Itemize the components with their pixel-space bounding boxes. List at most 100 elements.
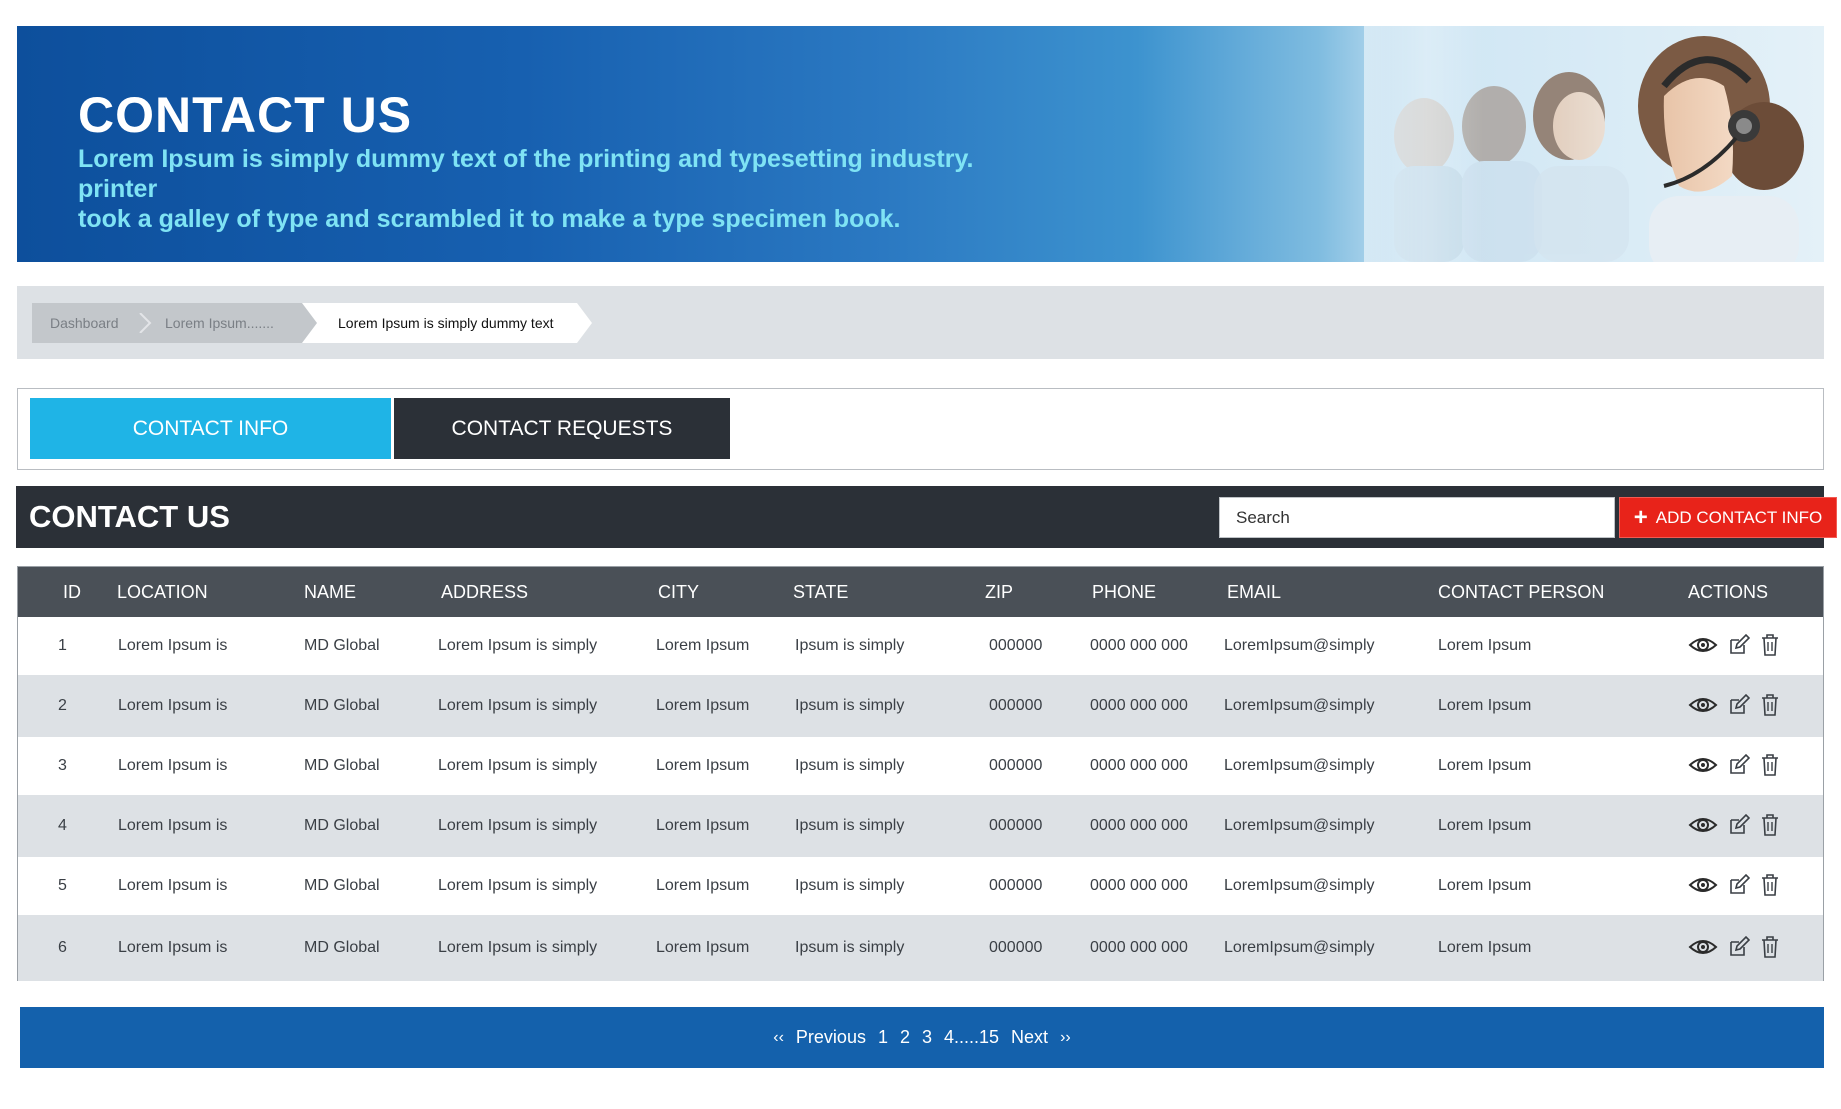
cell-phone: 0000 000 000 bbox=[1090, 817, 1188, 834]
cell-name: MD Global bbox=[304, 697, 380, 714]
cell-zip: 000000 bbox=[989, 697, 1043, 714]
cell-email: LoremIpsum@simply bbox=[1224, 757, 1375, 774]
pagination: ‹‹ Previous 1 2 3 4.....15 Next ›› bbox=[20, 1007, 1824, 1068]
pagination-next[interactable]: Next bbox=[1011, 1027, 1048, 1048]
eye-icon[interactable] bbox=[1688, 875, 1718, 895]
cell-zip: 000000 bbox=[989, 757, 1043, 774]
breadcrumb-item-current: Lorem Ipsum is simply dummy text bbox=[302, 303, 592, 343]
pagination-next-arrow[interactable]: ›› bbox=[1060, 1029, 1071, 1047]
table-row: 3 Lorem Ipsum is MD Global Lorem Ipsum is s… bbox=[18, 737, 1823, 795]
cell-id: 6 bbox=[58, 939, 67, 956]
tab-contact-info[interactable]: CONTACT INFO bbox=[30, 398, 391, 459]
edit-icon[interactable] bbox=[1728, 814, 1750, 836]
breadcrumb: Dashboard Lorem Ipsum....... Lorem Ipsum… bbox=[32, 303, 592, 343]
eye-icon[interactable] bbox=[1688, 937, 1718, 957]
cell-email: LoremIpsum@simply bbox=[1224, 637, 1375, 654]
row-actions bbox=[1688, 936, 1780, 958]
trash-icon[interactable] bbox=[1760, 754, 1780, 776]
cell-state: Ipsum is simply bbox=[795, 757, 905, 774]
trash-icon[interactable] bbox=[1760, 694, 1780, 716]
row-actions bbox=[1688, 694, 1780, 716]
pagination-prev-arrow[interactable]: ‹‹ bbox=[773, 1029, 784, 1047]
edit-icon[interactable] bbox=[1728, 874, 1750, 896]
hero-title: CONTACT US bbox=[78, 87, 413, 143]
cell-state: Ipsum is simply bbox=[795, 939, 905, 956]
cell-name: MD Global bbox=[304, 757, 380, 774]
cell-email: LoremIpsum@simply bbox=[1224, 939, 1375, 956]
cell-zip: 000000 bbox=[989, 637, 1043, 654]
cell-zip: 000000 bbox=[989, 939, 1043, 956]
cell-address: Lorem Ipsum is simply bbox=[438, 939, 598, 956]
pagination-page-1[interactable]: 1 bbox=[878, 1027, 888, 1048]
table-row: 6 Lorem Ipsum is MD Global Lorem Ipsum is s… bbox=[18, 915, 1823, 981]
hero-subtitle: Lorem Ipsum is simply dummy text of the … bbox=[78, 144, 1058, 234]
cell-email: LoremIpsum@simply bbox=[1224, 697, 1375, 714]
pagination-page-range[interactable]: 4.....15 bbox=[944, 1027, 999, 1048]
cell-id: 5 bbox=[58, 877, 67, 894]
cell-name: MD Global bbox=[304, 637, 380, 654]
eye-icon[interactable] bbox=[1688, 755, 1718, 775]
call-center-agents-image bbox=[1364, 26, 1804, 262]
pagination-page-2[interactable]: 2 bbox=[900, 1027, 910, 1048]
cell-name: MD Global bbox=[304, 817, 380, 834]
eye-icon[interactable] bbox=[1688, 815, 1718, 835]
hero-subtitle-line-2: took a galley of type and scrambled it t… bbox=[78, 205, 901, 233]
cell-state: Ipsum is simply bbox=[795, 697, 905, 714]
trash-icon[interactable] bbox=[1760, 936, 1780, 958]
section-title: CONTACT US bbox=[29, 499, 230, 534]
cell-zip: 000000 bbox=[989, 877, 1043, 894]
column-header-location: LOCATION bbox=[117, 582, 208, 602]
edit-icon[interactable] bbox=[1728, 694, 1750, 716]
table-row: 2 Lorem Ipsum is MD Global Lorem Ipsum is s… bbox=[18, 675, 1823, 737]
column-header-city: CITY bbox=[658, 582, 700, 602]
cell-phone: 0000 000 000 bbox=[1090, 877, 1188, 894]
section-header: CONTACT US + ADD CONTACT INFO bbox=[16, 486, 1837, 548]
column-header-address: ADDRESS bbox=[441, 582, 529, 602]
add-contact-info-button[interactable]: + ADD CONTACT INFO bbox=[1619, 497, 1837, 538]
cell-city: Lorem Ipsum bbox=[656, 757, 750, 774]
cell-contact-person: Lorem Ipsum bbox=[1438, 637, 1532, 654]
cell-name: MD Global bbox=[304, 939, 380, 956]
cell-state: Ipsum is simply bbox=[795, 637, 905, 654]
cell-name: MD Global bbox=[304, 877, 380, 894]
row-actions bbox=[1688, 634, 1780, 656]
breadcrumb-bar: Dashboard Lorem Ipsum....... Lorem Ipsum… bbox=[17, 286, 1824, 359]
trash-icon[interactable] bbox=[1760, 874, 1780, 896]
breadcrumb-item-lorem-ipsum[interactable]: Lorem Ipsum....... bbox=[137, 303, 317, 343]
cell-city: Lorem Ipsum bbox=[656, 637, 750, 654]
column-header-id: ID bbox=[63, 582, 81, 602]
cell-city: Lorem Ipsum bbox=[656, 817, 750, 834]
eye-icon[interactable] bbox=[1688, 695, 1718, 715]
edit-icon[interactable] bbox=[1728, 634, 1750, 656]
cell-address: Lorem Ipsum is simply bbox=[438, 637, 598, 654]
trash-icon[interactable] bbox=[1760, 814, 1780, 836]
cell-address: Lorem Ipsum is simply bbox=[438, 877, 598, 894]
table-header: ID LOCATION NAME ADDRESS CITY STATE ZIP PHONE EM… bbox=[18, 567, 1823, 617]
cell-zip: 000000 bbox=[989, 817, 1043, 834]
cell-phone: 0000 000 000 bbox=[1090, 697, 1188, 714]
search-input[interactable] bbox=[1219, 497, 1615, 538]
column-header-zip: ZIP bbox=[985, 582, 1014, 602]
chevron-right-icon bbox=[139, 313, 152, 333]
column-header-phone: PHONE bbox=[1092, 582, 1157, 602]
table-row: 5 Lorem Ipsum is MD Global Lorem Ipsum is s… bbox=[18, 857, 1823, 915]
trash-icon[interactable] bbox=[1760, 634, 1780, 656]
cell-location: Lorem Ipsum is bbox=[118, 817, 228, 834]
breadcrumb-item-dashboard[interactable]: Dashboard bbox=[32, 303, 137, 343]
contacts-table: ID LOCATION NAME ADDRESS CITY STATE ZIP PHONE EM… bbox=[17, 566, 1824, 981]
column-header-email: EMAIL bbox=[1227, 582, 1282, 602]
eye-icon[interactable] bbox=[1688, 635, 1718, 655]
edit-icon[interactable] bbox=[1728, 936, 1750, 958]
cell-city: Lorem Ipsum bbox=[656, 697, 750, 714]
pagination-page-3[interactable]: 3 bbox=[922, 1027, 932, 1048]
cell-contact-person: Lorem Ipsum bbox=[1438, 697, 1532, 714]
cell-city: Lorem Ipsum bbox=[656, 877, 750, 894]
pagination-previous[interactable]: Previous bbox=[796, 1027, 866, 1048]
edit-icon[interactable] bbox=[1728, 754, 1750, 776]
cell-location: Lorem Ipsum is bbox=[118, 637, 228, 654]
cell-city: Lorem Ipsum bbox=[656, 939, 750, 956]
hero-banner: CONTACT US Lorem Ipsum is simply dummy t… bbox=[17, 26, 1824, 262]
cell-phone: 0000 000 000 bbox=[1090, 939, 1188, 956]
cell-email: LoremIpsum@simply bbox=[1224, 817, 1375, 834]
tab-contact-requests[interactable]: CONTACT REQUESTS bbox=[394, 398, 730, 459]
